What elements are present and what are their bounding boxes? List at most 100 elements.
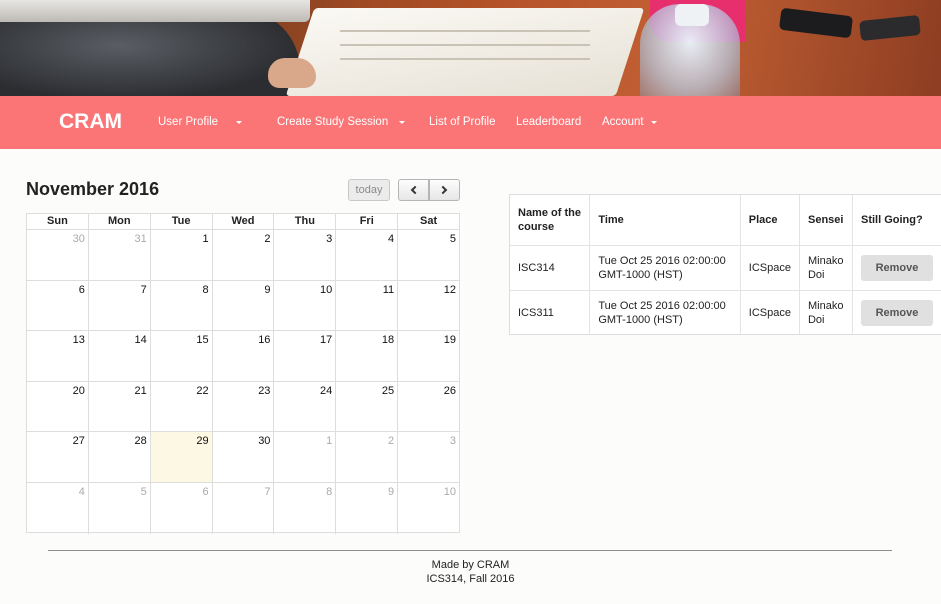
calendar-day[interactable]: 21 (89, 381, 151, 431)
calendar-day[interactable]: 3 (398, 432, 459, 482)
day-number: 21 (134, 384, 147, 397)
calendar-day[interactable]: 14 (89, 331, 151, 381)
calendar-day[interactable]: 22 (151, 381, 213, 431)
time-cell: Tue Oct 25 2016 02:00:00 GMT-1000 (HST) (589, 290, 741, 335)
remove-button[interactable]: Remove (861, 299, 933, 326)
nav-create-study-session[interactable]: Create Study Session (277, 116, 388, 128)
prev-month-button[interactable] (398, 179, 429, 201)
calendar-day[interactable]: 12 (398, 281, 459, 331)
calendar-day-today[interactable]: 29 (150, 432, 213, 482)
today-button[interactable]: today (348, 179, 390, 201)
calendar-day[interactable]: 16 (213, 331, 275, 381)
calendar-day[interactable]: 28 (89, 432, 151, 482)
calendar-week: 4 5 6 7 8 9 10 (27, 482, 459, 534)
day-number: 31 (134, 233, 147, 245)
column-header-still-going: Still Going? (852, 195, 941, 246)
calendar-day[interactable]: 1 (151, 230, 213, 280)
calendar-day[interactable]: 8 (151, 280, 213, 330)
weekday-label: Thu (274, 214, 337, 229)
action-cell: Remove (852, 245, 941, 291)
day-number: 3 (326, 233, 333, 245)
next-month-button[interactable] (429, 179, 460, 201)
calendar-day[interactable]: 13 (27, 331, 89, 381)
calendar-day[interactable]: 4 (336, 230, 399, 280)
calendar-day[interactable]: 3 (274, 230, 337, 280)
calendar-day[interactable]: 2 (336, 432, 399, 482)
calendar-day[interactable]: 9 (213, 280, 275, 330)
study-sessions-table: Name of the course Time Place Sensei Sti… (509, 194, 941, 335)
day-number: 8 (326, 485, 333, 498)
calendar-day[interactable]: 4 (27, 482, 89, 534)
chevron-down-icon[interactable] (236, 121, 242, 124)
day-number: 24 (320, 384, 333, 397)
chevron-left-icon (410, 185, 420, 195)
day-number: 27 (72, 435, 85, 447)
action-cell: Remove (853, 290, 941, 335)
footer-credit: Made by CRAM (431, 559, 510, 571)
calendar-day[interactable]: 24 (274, 381, 337, 431)
weekday-label: Mon (89, 214, 151, 229)
calendar-day[interactable]: 18 (336, 331, 399, 381)
calendar-day[interactable]: 23 (213, 381, 275, 431)
calendar-day[interactable]: 30 (213, 432, 275, 482)
day-number: 18 (381, 334, 395, 346)
calendar-day[interactable]: 20 (27, 381, 89, 431)
nav-leaderboard[interactable]: Leaderboard (516, 116, 581, 128)
time-cell: Tue Oct 25 2016 02:00:00 GMT-1000 (HST) (589, 245, 741, 291)
calendar-day[interactable]: 19 (398, 331, 459, 381)
column-header-sensei: Sensei (799, 195, 854, 246)
calendar-day[interactable]: 31 (89, 230, 151, 280)
calendar-week: 20 21 22 23 24 25 26 (27, 381, 459, 432)
calendar-day[interactable]: 25 (336, 381, 399, 431)
calendar-day[interactable]: 15 (151, 331, 213, 381)
nav-list-of-profile[interactable]: List of Profile (429, 116, 495, 128)
calendar-day[interactable]: 6 (27, 280, 89, 330)
calendar-grid: Sun Mon Tue Wed Thu Fri Sat 30 31 1 2 3 … (26, 213, 460, 534)
calendar-day[interactable]: 10 (398, 483, 459, 534)
brand-logo[interactable]: CRAM (59, 110, 122, 134)
course-cell: ICS311 (510, 290, 591, 335)
calendar-day[interactable]: 6 (151, 482, 213, 534)
day-number: 23 (258, 384, 271, 397)
calendar-day[interactable]: 1 (274, 432, 337, 482)
day-number: 10 (320, 283, 333, 296)
day-number: 12 (443, 283, 457, 296)
chevron-right-icon (438, 185, 448, 195)
nav-user-profile[interactable]: User Profile (158, 116, 218, 128)
day-number: 30 (258, 435, 271, 447)
day-number: 20 (72, 384, 85, 397)
day-number: 22 (196, 384, 209, 397)
calendar-day[interactable]: 2 (213, 230, 275, 280)
calendar-day[interactable]: 7 (213, 482, 275, 534)
calendar-week: 27 28 29 30 1 2 3 (27, 432, 459, 483)
column-header-time: Time (589, 195, 741, 246)
remove-button[interactable]: Remove (861, 254, 933, 281)
column-header-course: Name of the course (510, 195, 591, 246)
calendar-day[interactable]: 8 (274, 482, 337, 534)
day-number: 10 (443, 485, 457, 498)
calendar-day[interactable]: 5 (398, 230, 459, 280)
calendar-week: 13 14 15 16 17 18 19 (27, 331, 459, 382)
footer-course: ICS314, Fall 2016 (426, 573, 515, 585)
calendar-day[interactable]: 5 (89, 482, 151, 534)
calendar-day[interactable]: 9 (336, 482, 399, 534)
calendar-day[interactable]: 26 (398, 382, 459, 432)
day-number: 13 (72, 334, 85, 346)
calendar-day[interactable]: 11 (336, 280, 399, 330)
day-number: 2 (264, 233, 271, 245)
course-cell: ISC314 (510, 245, 591, 291)
chevron-down-icon[interactable] (399, 121, 405, 124)
navbar: CRAM User Profile Create Study Session L… (0, 96, 941, 149)
calendar-day[interactable]: 10 (274, 280, 337, 330)
calendar-day[interactable]: 27 (27, 432, 89, 482)
chevron-down-icon[interactable] (651, 121, 657, 124)
calendar-day[interactable]: 17 (274, 331, 337, 381)
calendar-day[interactable]: 7 (89, 280, 151, 330)
day-number: 4 (78, 485, 85, 498)
day-number: 6 (202, 485, 209, 498)
table-header-row: Name of the course Time Place Sensei Sti… (510, 195, 941, 246)
day-number: 1 (202, 233, 209, 245)
sensei-cell: Minako Doi (799, 290, 854, 335)
calendar-day[interactable]: 30 (27, 230, 89, 280)
nav-account[interactable]: Account (602, 116, 644, 128)
